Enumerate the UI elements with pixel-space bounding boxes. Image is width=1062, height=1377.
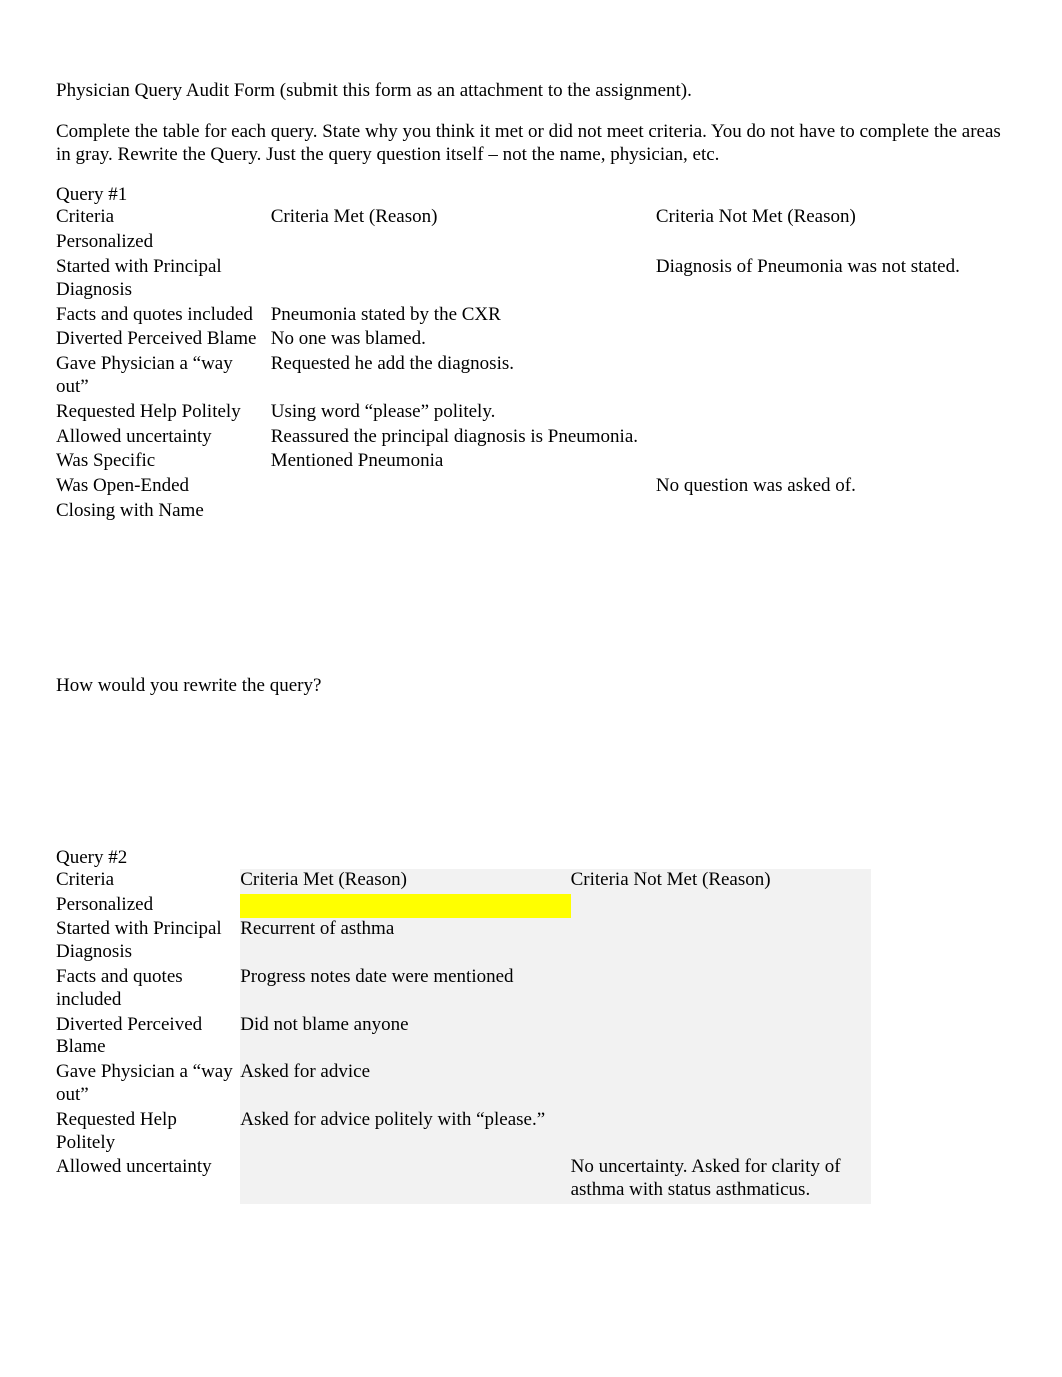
met-cell: Pneumonia stated by the CXR	[271, 304, 656, 329]
query-1-block: Query #1 Criteria Criteria Met (Reason) …	[56, 184, 1006, 524]
criteria-cell: Diverted Perceived Blame	[56, 328, 271, 353]
met-cell	[271, 475, 656, 500]
intro-line-1: Physician Query Audit Form (submit this …	[56, 80, 1006, 103]
met-cell: Did not blame anyone	[240, 1014, 570, 1062]
header-criteria: Criteria	[56, 869, 240, 894]
met-cell	[271, 256, 656, 304]
table-header-row: Criteria Criteria Met (Reason) Criteria …	[56, 206, 1006, 231]
met-cell: Progress notes date were mentioned	[240, 966, 570, 1014]
met-cell: Recurrent of asthma	[240, 918, 570, 966]
intro-line-2: Complete the table for each query. State…	[56, 121, 1006, 167]
notmet-cell	[656, 401, 1006, 426]
criteria-cell: Started with Principal Diagnosis	[56, 918, 240, 966]
met-cell: Mentioned Pneumonia	[271, 450, 656, 475]
notmet-cell: No uncertainty. Asked for clarity of ast…	[571, 1156, 871, 1204]
header-met: Criteria Met (Reason)	[240, 869, 570, 894]
notmet-cell	[571, 918, 871, 966]
notmet-cell	[571, 1014, 871, 1062]
table-row: Diverted Perceived Blame Did not blame a…	[56, 1014, 871, 1062]
met-cell: Asked for advice	[240, 1061, 570, 1109]
header-met: Criteria Met (Reason)	[271, 206, 656, 231]
criteria-cell: Facts and quotes included	[56, 304, 271, 329]
query-1-title: Query #1	[56, 184, 1006, 206]
met-cell: Asked for advice politely with “please.”	[240, 1109, 570, 1157]
criteria-cell: Diverted Perceived Blame	[56, 1014, 240, 1062]
intro-section: Physician Query Audit Form (submit this …	[56, 80, 1006, 166]
table-row: Gave Physician a “way out” Asked for adv…	[56, 1061, 871, 1109]
rewrite-prompt: How would you rewrite the query?	[56, 675, 1006, 697]
notmet-cell	[656, 500, 1006, 525]
table-row: Was Open-Ended No question was asked of.	[56, 475, 1006, 500]
criteria-cell: Requested Help Politely	[56, 401, 271, 426]
criteria-cell: Closing with Name	[56, 500, 271, 525]
notmet-cell: No question was asked of.	[656, 475, 1006, 500]
notmet-cell	[656, 353, 1006, 401]
met-cell: Reassured the principal diagnosis is Pne…	[271, 426, 656, 451]
criteria-cell: Started with Principal Diagnosis	[56, 256, 271, 304]
criteria-cell: Requested Help Politely	[56, 1109, 240, 1157]
criteria-cell: Facts and quotes included	[56, 966, 240, 1014]
met-cell: Requested he add the diagnosis.	[271, 353, 656, 401]
header-notmet: Criteria Not Met (Reason)	[656, 206, 1006, 231]
criteria-cell: Was Specific	[56, 450, 271, 475]
table-header-row: Criteria Criteria Met (Reason) Criteria …	[56, 869, 871, 894]
table-row: Personalized	[56, 231, 1006, 256]
notmet-cell	[656, 231, 1006, 256]
table-row: Facts and quotes included Progress notes…	[56, 966, 871, 1014]
header-criteria: Criteria	[56, 206, 271, 231]
table-row: Facts and quotes included Pneumonia stat…	[56, 304, 1006, 329]
met-cell	[271, 500, 656, 525]
query-1-table: Criteria Criteria Met (Reason) Criteria …	[56, 206, 1006, 524]
table-row: Allowed uncertainty No uncertainty. Aske…	[56, 1156, 871, 1204]
notmet-cell	[656, 304, 1006, 329]
query-2-title: Query #2	[56, 847, 1006, 869]
criteria-cell: Was Open-Ended	[56, 475, 271, 500]
table-row: Closing with Name	[56, 500, 1006, 525]
table-row: Was Specific Mentioned Pneumonia	[56, 450, 1006, 475]
query-2-table: Criteria Criteria Met (Reason) Criteria …	[56, 869, 871, 1204]
criteria-cell: Allowed uncertainty	[56, 426, 271, 451]
notmet-cell: Diagnosis of Pneumonia was not stated.	[656, 256, 1006, 304]
table-row: Started with Principal Diagnosis Diagnos…	[56, 256, 1006, 304]
notmet-cell	[571, 894, 871, 919]
table-row: Started with Principal Diagnosis Recurre…	[56, 918, 871, 966]
header-notmet: Criteria Not Met (Reason)	[571, 869, 871, 894]
met-cell	[240, 1156, 570, 1204]
table-row: Requested Help Politely Asked for advice…	[56, 1109, 871, 1157]
criteria-cell: Gave Physician a “way out”	[56, 353, 271, 401]
criteria-cell: Personalized	[56, 894, 240, 919]
notmet-cell	[656, 426, 1006, 451]
met-cell	[271, 231, 656, 256]
table-row: Personalized	[56, 894, 871, 919]
criteria-cell: Personalized	[56, 231, 271, 256]
criteria-cell: Gave Physician a “way out”	[56, 1061, 240, 1109]
met-cell	[240, 894, 570, 919]
met-cell: No one was blamed.	[271, 328, 656, 353]
notmet-cell	[571, 1061, 871, 1109]
met-cell: Using word “please” politely.	[271, 401, 656, 426]
notmet-cell	[656, 450, 1006, 475]
table-row: Allowed uncertainty Reassured the princi…	[56, 426, 1006, 451]
table-row: Gave Physician a “way out” Requested he …	[56, 353, 1006, 401]
criteria-cell: Allowed uncertainty	[56, 1156, 240, 1204]
query-2-block: Query #2 Criteria Criteria Met (Reason) …	[56, 847, 1006, 1204]
table-row: Requested Help Politely Using word “plea…	[56, 401, 1006, 426]
table-row: Diverted Perceived Blame No one was blam…	[56, 328, 1006, 353]
notmet-cell	[571, 966, 871, 1014]
notmet-cell	[656, 328, 1006, 353]
notmet-cell	[571, 1109, 871, 1157]
